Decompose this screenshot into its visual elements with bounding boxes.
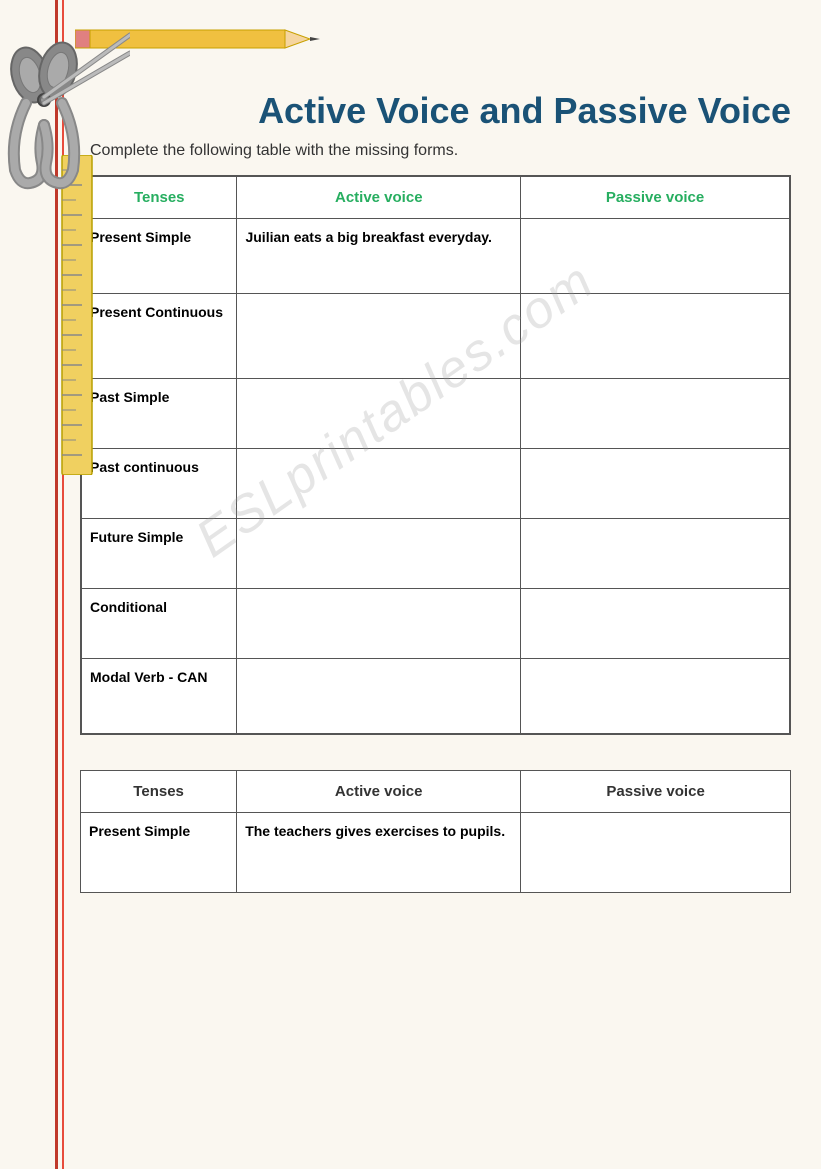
tense-past-continuous: Past continuous	[81, 449, 237, 519]
second-tense-present-simple: Present Simple	[81, 812, 237, 892]
passive-past-continuous	[521, 449, 790, 519]
tense-conditional: Conditional	[81, 589, 237, 659]
table-row: Present Simple The teachers gives exerci…	[81, 812, 791, 892]
page-subtitle: Complete the following table with the mi…	[90, 142, 791, 160]
active-present-continuous	[237, 294, 521, 379]
second-table: Tenses Active voice Passive voice Presen…	[80, 770, 791, 893]
active-past-continuous	[237, 449, 521, 519]
passive-modal	[521, 659, 790, 734]
main-table: Tenses Active voice Passive voice Presen…	[80, 175, 791, 735]
passive-past-simple	[521, 379, 790, 449]
table-row: Past Simple	[81, 379, 790, 449]
table-row: Modal Verb - CAN	[81, 659, 790, 734]
active-conditional	[237, 589, 521, 659]
active-present-simple: Juilian eats a big breakfast everyday.	[237, 219, 521, 294]
table-row: Past continuous	[81, 449, 790, 519]
second-table-header-row: Tenses Active voice Passive voice	[81, 770, 791, 812]
active-past-simple	[237, 379, 521, 449]
header-passive: Passive voice	[521, 176, 790, 219]
passive-present-simple	[521, 219, 790, 294]
second-header-tenses: Tenses	[81, 770, 237, 812]
tense-modal: Modal Verb - CAN	[81, 659, 237, 734]
second-header-active: Active voice	[237, 770, 521, 812]
active-future-simple	[237, 519, 521, 589]
passive-present-continuous	[521, 294, 790, 379]
header-active: Active voice	[237, 176, 521, 219]
tense-past-simple: Past Simple	[81, 379, 237, 449]
tense-present-continuous: Present Continuous	[81, 294, 237, 379]
main-table-container: Tenses Active voice Passive voice Presen…	[80, 175, 791, 735]
table-row: Present Simple Juilian eats a big breakf…	[81, 219, 790, 294]
table-header-row: Tenses Active voice Passive voice	[81, 176, 790, 219]
table-row: Future Simple	[81, 519, 790, 589]
table-row: Conditional	[81, 589, 790, 659]
second-table-container: Tenses Active voice Passive voice Presen…	[80, 770, 791, 893]
passive-conditional	[521, 589, 790, 659]
page: ESLprintables.com Active Voice and Passi…	[0, 0, 821, 1169]
table-row: Present Continuous	[81, 294, 790, 379]
second-active-present-simple: The teachers gives exercises to pupils.	[237, 812, 521, 892]
passive-future-simple	[521, 519, 790, 589]
tense-present-simple: Present Simple	[81, 219, 237, 294]
tense-future-simple: Future Simple	[81, 519, 237, 589]
active-modal	[237, 659, 521, 734]
second-header-passive: Passive voice	[521, 770, 791, 812]
ruler-icon	[60, 155, 95, 475]
second-passive-present-simple	[521, 812, 791, 892]
scissors-icon	[0, 15, 130, 195]
